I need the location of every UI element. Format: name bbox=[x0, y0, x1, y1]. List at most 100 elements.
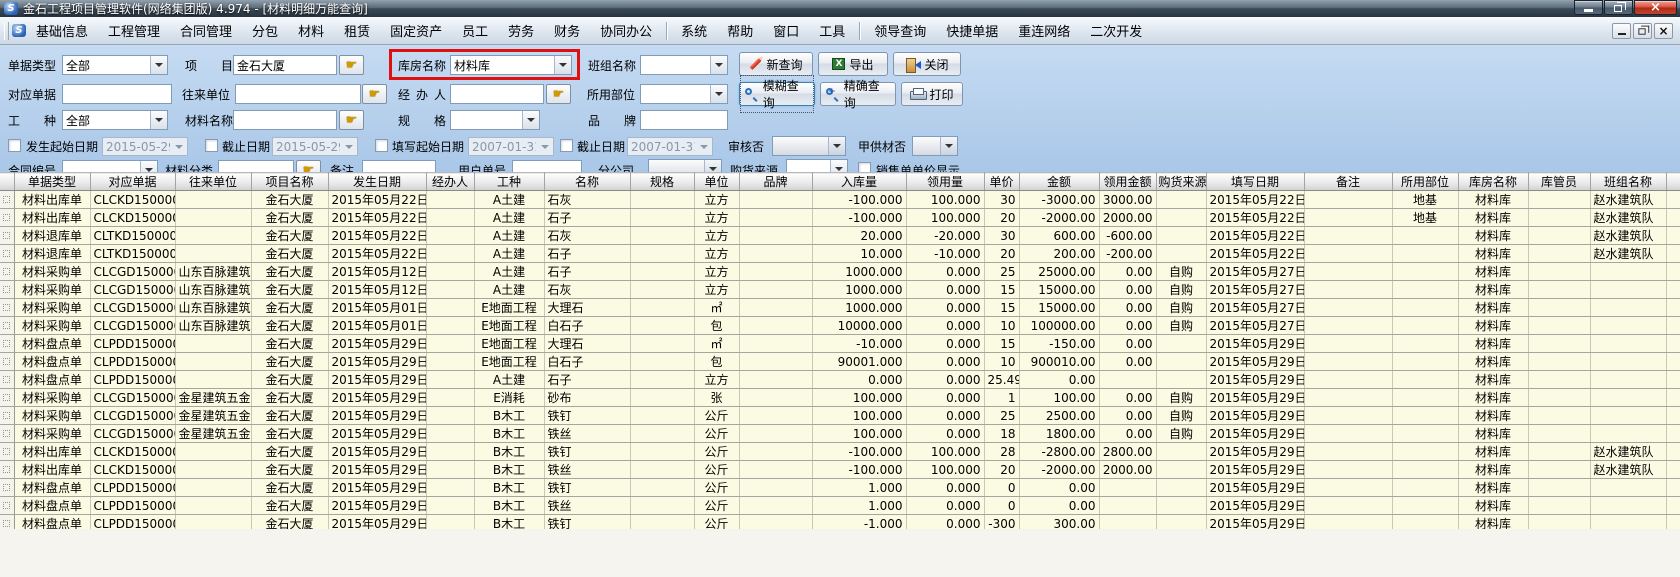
cell[interactable] bbox=[1528, 479, 1590, 497]
new-query-button[interactable]: 新查询 bbox=[739, 52, 813, 76]
cell[interactable] bbox=[1099, 497, 1156, 515]
menu-item[interactable]: 快捷单据 bbox=[936, 19, 1008, 43]
cell[interactable]: E地面工程 bbox=[474, 299, 544, 317]
column-header[interactable]: 班组名称 bbox=[1590, 173, 1666, 191]
warehouse-combo[interactable]: 材料库 bbox=[450, 55, 572, 75]
cell[interactable]: 2015年05月12日 bbox=[328, 263, 426, 281]
cell[interactable]: 100.00 bbox=[1019, 389, 1099, 407]
cell[interactable]: 25 bbox=[984, 263, 1019, 281]
cell[interactable]: 90001.000 bbox=[812, 353, 906, 371]
cell[interactable]: 山东百脉建筑 bbox=[175, 263, 251, 281]
cell[interactable]: 金石大厦 bbox=[251, 479, 328, 497]
row-selector[interactable] bbox=[0, 461, 14, 479]
cell[interactable]: A土建 bbox=[474, 209, 544, 227]
cell[interactable] bbox=[630, 425, 694, 443]
fill-end-date-combo[interactable]: 2007-01-31 bbox=[627, 137, 713, 156]
cell[interactable]: 2000.00 bbox=[1099, 209, 1156, 227]
cell[interactable] bbox=[630, 407, 694, 425]
menu-item[interactable]: 重连网络 bbox=[1008, 19, 1080, 43]
cell[interactable]: 金石大厦 bbox=[251, 335, 328, 353]
cell[interactable]: 山东百脉建筑 bbox=[175, 281, 251, 299]
menu-item[interactable]: 窗口 bbox=[763, 19, 809, 43]
cell[interactable] bbox=[1666, 389, 1680, 407]
cell[interactable]: CLCGD150000004 bbox=[90, 263, 175, 281]
cell[interactable]: 金石大厦 bbox=[251, 443, 328, 461]
cell[interactable]: -10.000 bbox=[812, 335, 906, 353]
cell[interactable]: 包 bbox=[694, 317, 739, 335]
cell[interactable] bbox=[1528, 281, 1590, 299]
cell[interactable]: 材料库 bbox=[1458, 479, 1528, 497]
cell[interactable]: 0.00 bbox=[1099, 263, 1156, 281]
cell[interactable]: B木工 bbox=[474, 443, 544, 461]
cell[interactable]: 1800.00 bbox=[1019, 425, 1099, 443]
cell[interactable] bbox=[1666, 263, 1680, 281]
cell[interactable] bbox=[1666, 479, 1680, 497]
cell[interactable] bbox=[739, 335, 812, 353]
cell[interactable] bbox=[739, 461, 812, 479]
cell[interactable]: 自购 bbox=[1156, 389, 1206, 407]
cell[interactable]: 2015年05月22日 bbox=[1206, 245, 1304, 263]
handler-input[interactable] bbox=[450, 84, 544, 104]
cell[interactable]: 2015年05月22日 bbox=[1206, 191, 1304, 209]
cell[interactable]: 0 bbox=[984, 479, 1019, 497]
cell[interactable]: 2015年05月27日 bbox=[1206, 299, 1304, 317]
cell[interactable]: 材料库 bbox=[1458, 335, 1528, 353]
cell[interactable] bbox=[175, 353, 251, 371]
cell[interactable]: 0.00 bbox=[1099, 407, 1156, 425]
cell[interactable] bbox=[175, 479, 251, 497]
cell[interactable]: 0.00 bbox=[1019, 371, 1099, 389]
cell[interactable] bbox=[1666, 497, 1680, 515]
cell[interactable]: 1.000 bbox=[812, 497, 906, 515]
cell[interactable] bbox=[426, 389, 474, 407]
cell[interactable] bbox=[1666, 335, 1680, 353]
cell[interactable]: 0.000 bbox=[906, 371, 984, 389]
row-selector[interactable] bbox=[0, 299, 14, 317]
spec-combo[interactable] bbox=[450, 110, 540, 130]
cell[interactable]: 2015年05月29日 bbox=[1206, 407, 1304, 425]
cell[interactable]: 100.000 bbox=[906, 443, 984, 461]
chevron-down-icon[interactable] bbox=[710, 56, 727, 74]
occur-start-checkbox[interactable] bbox=[8, 139, 21, 152]
cell[interactable]: A土建 bbox=[474, 245, 544, 263]
cell[interactable] bbox=[739, 281, 812, 299]
cell[interactable]: 200.00 bbox=[1019, 245, 1099, 263]
cell[interactable]: A土建 bbox=[474, 227, 544, 245]
cell[interactable] bbox=[739, 497, 812, 515]
cell[interactable]: 20.000 bbox=[812, 227, 906, 245]
cell[interactable]: 2015年05月22日 bbox=[328, 245, 426, 263]
row-selector[interactable] bbox=[0, 497, 14, 515]
cell[interactable] bbox=[1392, 479, 1458, 497]
column-header[interactable]: 名称 bbox=[544, 173, 630, 191]
menu-item[interactable]: 租赁 bbox=[334, 19, 380, 43]
cell[interactable] bbox=[630, 191, 694, 209]
cell[interactable]: 材料出库单 bbox=[14, 461, 90, 479]
cell[interactable] bbox=[426, 317, 474, 335]
cell[interactable]: 石灰 bbox=[544, 191, 630, 209]
cell[interactable]: 18 bbox=[984, 425, 1019, 443]
cell[interactable]: 0.000 bbox=[906, 389, 984, 407]
row-selector[interactable] bbox=[0, 479, 14, 497]
menu-item[interactable]: 合同管理 bbox=[170, 19, 242, 43]
column-header[interactable]: 工种 bbox=[474, 173, 544, 191]
cell[interactable]: 100.000 bbox=[906, 209, 984, 227]
cell[interactable]: B木工 bbox=[474, 479, 544, 497]
cell[interactable] bbox=[426, 497, 474, 515]
row-selector[interactable] bbox=[0, 443, 14, 461]
cell[interactable] bbox=[1666, 245, 1680, 263]
cell[interactable]: 材料采购单 bbox=[14, 425, 90, 443]
cell[interactable]: 2015年05月29日 bbox=[1206, 335, 1304, 353]
cell[interactable]: CLPDD150000001 bbox=[90, 335, 175, 353]
cell[interactable]: 石子 bbox=[544, 371, 630, 389]
cell[interactable]: 2015年05月29日 bbox=[1206, 425, 1304, 443]
row-selector[interactable] bbox=[0, 245, 14, 263]
cell[interactable] bbox=[1528, 299, 1590, 317]
row-selector[interactable] bbox=[0, 317, 14, 335]
cell[interactable]: 2015年05月22日 bbox=[328, 209, 426, 227]
cell[interactable] bbox=[426, 191, 474, 209]
cell[interactable] bbox=[1528, 443, 1590, 461]
cell[interactable] bbox=[739, 299, 812, 317]
row-selector[interactable] bbox=[0, 371, 14, 389]
bill-type-combo[interactable]: 全部 bbox=[62, 55, 168, 75]
cell[interactable] bbox=[630, 209, 694, 227]
close-form-button[interactable]: 关闭 bbox=[893, 52, 961, 76]
